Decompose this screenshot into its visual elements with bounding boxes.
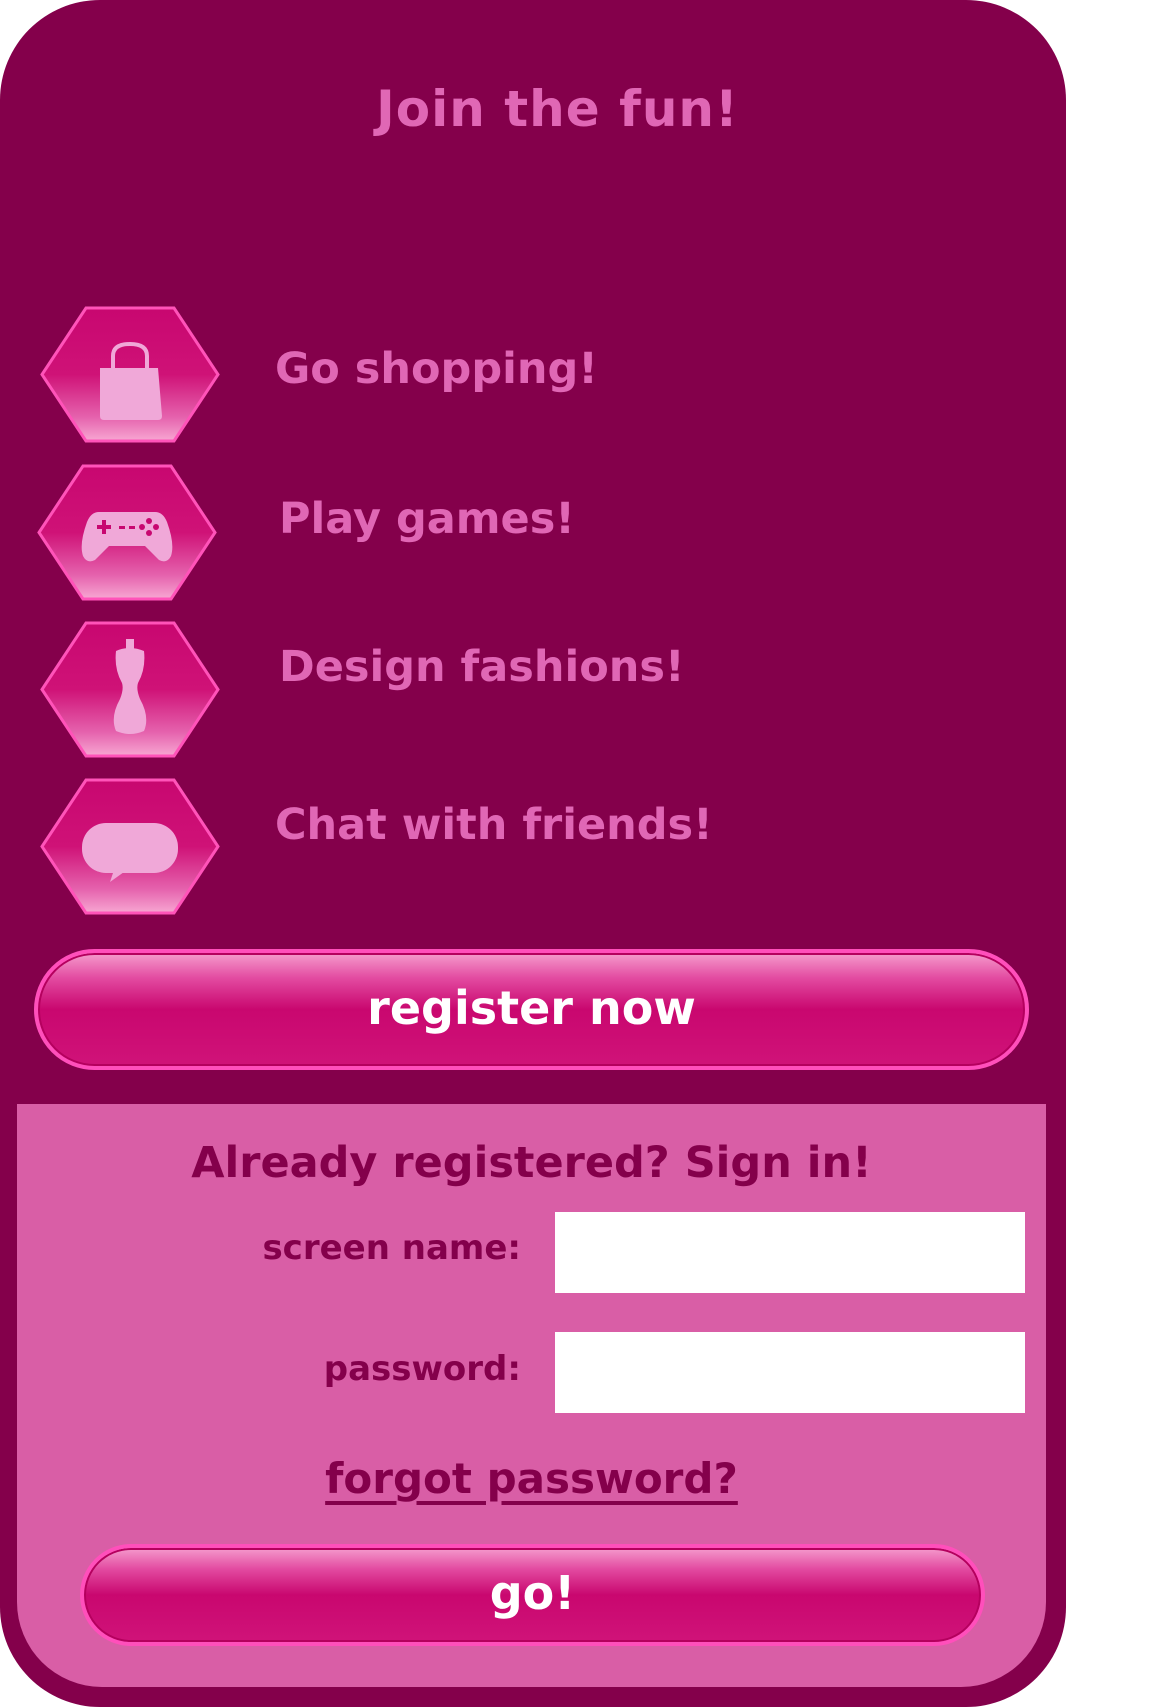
screen-name-input[interactable]: [555, 1212, 1025, 1293]
register-now-button[interactable]: register now: [34, 949, 1029, 1070]
signin-title: Already registered? Sign in!: [191, 1138, 872, 1188]
signin-section: Already registered? Sign in! screen name…: [17, 1104, 1046, 1687]
go-button[interactable]: go!: [80, 1544, 985, 1646]
password-input[interactable]: [555, 1332, 1025, 1413]
dress-form-icon: [40, 621, 220, 758]
screen-name-label: screen name:: [262, 1228, 521, 1268]
forgot-password-link[interactable]: forgot password?: [17, 1454, 1046, 1503]
chat-bubble-icon: [40, 778, 220, 915]
feature-label-shopping: Go shopping!: [275, 344, 598, 394]
gamepad-icon: [37, 464, 217, 601]
signup-panel: Join the fun! Go shopping! Play games! D…: [0, 0, 1066, 1707]
shopping-bag-icon: [40, 306, 220, 443]
feature-label-fashion: Design fashions!: [279, 642, 685, 692]
page-title: Join the fun!: [376, 80, 739, 138]
feature-label-games: Play games!: [279, 494, 575, 544]
password-label: password:: [323, 1349, 521, 1389]
feature-label-chat: Chat with friends!: [275, 800, 713, 850]
